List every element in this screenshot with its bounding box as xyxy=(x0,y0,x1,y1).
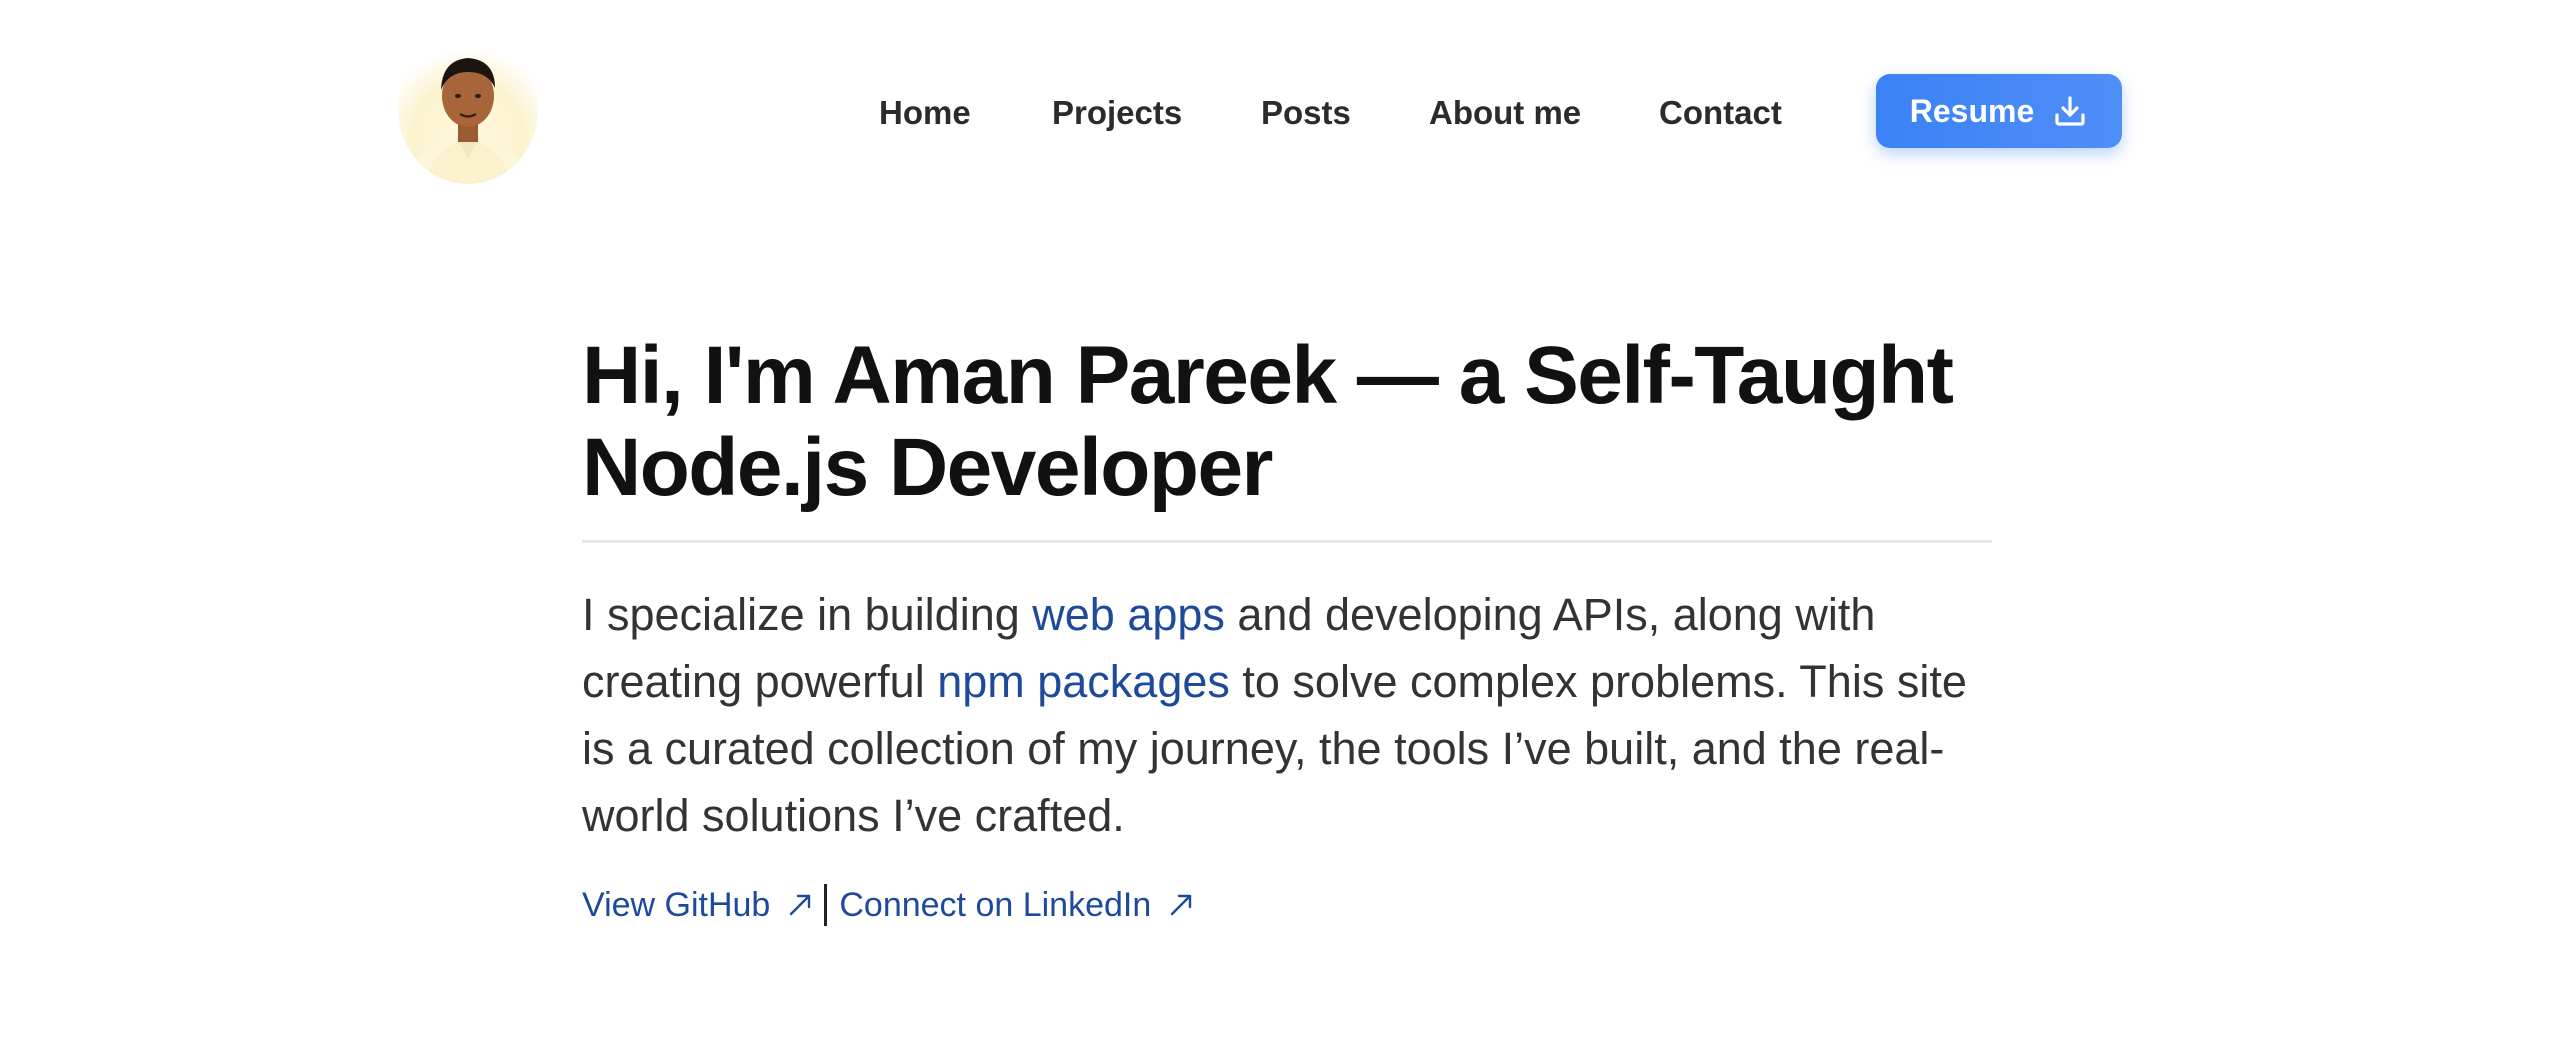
nav-item-home[interactable]: Home xyxy=(879,86,971,140)
page-title: Hi, I'm Aman Pareek — a Self-Taught Node… xyxy=(582,330,1954,513)
download-icon xyxy=(2055,96,2085,126)
nav-item-posts[interactable]: Posts xyxy=(1261,86,1351,140)
external-arrow-icon xyxy=(1171,894,1192,916)
github-link[interactable]: View GitHub xyxy=(582,883,814,927)
avatar[interactable] xyxy=(398,34,538,184)
linkedin-link-label: Connect on LinkedIn xyxy=(839,886,1152,924)
linkedin-link[interactable]: Connect on LinkedIn xyxy=(839,883,1195,927)
nav-item-about[interactable]: About me xyxy=(1429,86,1581,140)
npm-packages-link[interactable]: npm packages xyxy=(937,656,1230,707)
site-header: Home Projects Posts About me Contact Res… xyxy=(0,0,2560,200)
hero-section: Hi, I'm Aman Pareek — a Self-Taught Node… xyxy=(582,330,1992,927)
intro-text-1: I specialize in building xyxy=(582,589,1033,640)
page: Home Projects Posts About me Contact Res… xyxy=(0,0,2560,1056)
web-apps-link[interactable]: web apps xyxy=(1032,589,1225,640)
nav-item-contact[interactable]: Contact xyxy=(1659,86,1782,140)
hero-intro: I specialize in building web apps and de… xyxy=(582,581,1992,849)
github-link-label: View GitHub xyxy=(582,886,771,924)
title-divider xyxy=(582,540,1992,543)
resume-button-label: Resume xyxy=(1909,92,2035,129)
nav-item-projects[interactable]: Projects xyxy=(1052,86,1182,140)
external-arrow-icon xyxy=(790,894,811,916)
link-separator xyxy=(824,884,828,926)
avatar-icon xyxy=(406,58,530,184)
social-links: View GitHub Connect on LinkedIn xyxy=(582,883,1992,927)
resume-button[interactable]: Resume xyxy=(1876,74,2122,148)
